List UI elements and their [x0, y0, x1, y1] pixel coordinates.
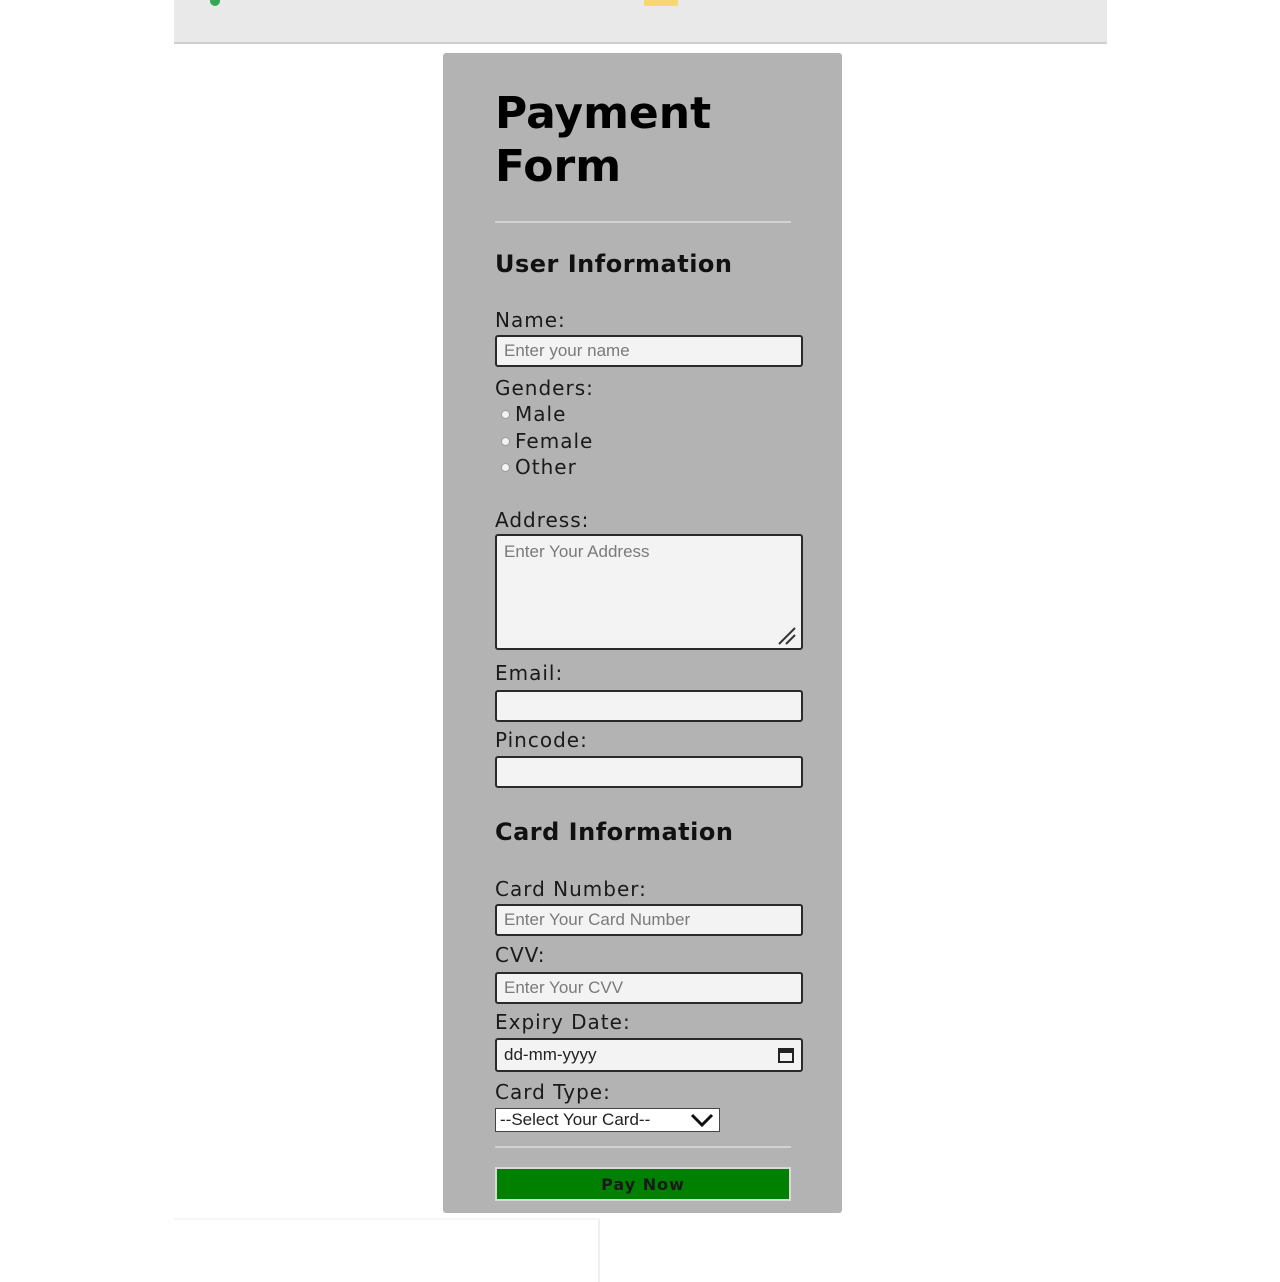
gender-option-label: Male	[515, 402, 567, 426]
card-type-select[interactable]: --Select Your Card--	[495, 1108, 720, 1132]
card-type-label: Card Type:	[495, 1080, 611, 1104]
expiry-date-input[interactable]: dd-mm-yyyy	[495, 1038, 803, 1072]
page-title: Payment Form	[495, 88, 712, 192]
pay-now-button[interactable]: Pay Now	[495, 1167, 791, 1201]
card-number-label: Card Number:	[495, 877, 647, 901]
gender-option-other[interactable]: Other	[501, 454, 577, 480]
radio-button-female[interactable]	[501, 436, 510, 446]
pincode-input[interactable]	[495, 756, 803, 788]
expiry-date-placeholder: dd-mm-yyyy	[504, 1045, 597, 1064]
resize-handle-icon[interactable]	[775, 624, 797, 646]
payment-form-card: Payment Form User Information Name: Gend…	[443, 53, 842, 1213]
form-bottom-divider	[495, 1146, 791, 1148]
radio-button-male[interactable]	[501, 409, 510, 419]
genders-label: Genders:	[495, 376, 594, 400]
address-label: Address:	[495, 508, 590, 532]
name-label: Name:	[495, 308, 566, 332]
page-bottom-edge	[174, 1218, 600, 1282]
gender-option-male[interactable]: Male	[501, 401, 566, 427]
gender-option-female[interactable]: Female	[501, 428, 593, 454]
cvv-input[interactable]	[495, 972, 803, 1004]
email-input[interactable]	[495, 690, 803, 722]
address-textarea[interactable]	[495, 534, 803, 650]
user-information-heading: User Information	[495, 250, 733, 278]
title-divider	[495, 221, 791, 223]
card-type-selected-value: --Select Your Card--	[500, 1110, 651, 1129]
name-input[interactable]	[495, 335, 803, 367]
folder-icon[interactable]	[644, 0, 678, 6]
email-label: Email:	[495, 661, 564, 685]
gender-option-label: Female	[515, 429, 594, 453]
chevron-down-icon[interactable]	[689, 1111, 715, 1129]
cvv-label: CVV:	[495, 943, 546, 967]
card-information-heading: Card Information	[495, 818, 734, 846]
calendar-icon[interactable]	[778, 1047, 794, 1063]
expiry-date-label: Expiry Date:	[495, 1010, 631, 1034]
card-number-input[interactable]	[495, 904, 803, 936]
gender-option-label: Other	[515, 455, 577, 479]
pincode-label: Pincode:	[495, 728, 588, 752]
tab-favicon-icon[interactable]	[210, 0, 220, 6]
radio-button-other[interactable]	[501, 462, 510, 472]
browser-toolbar	[174, 0, 1107, 44]
